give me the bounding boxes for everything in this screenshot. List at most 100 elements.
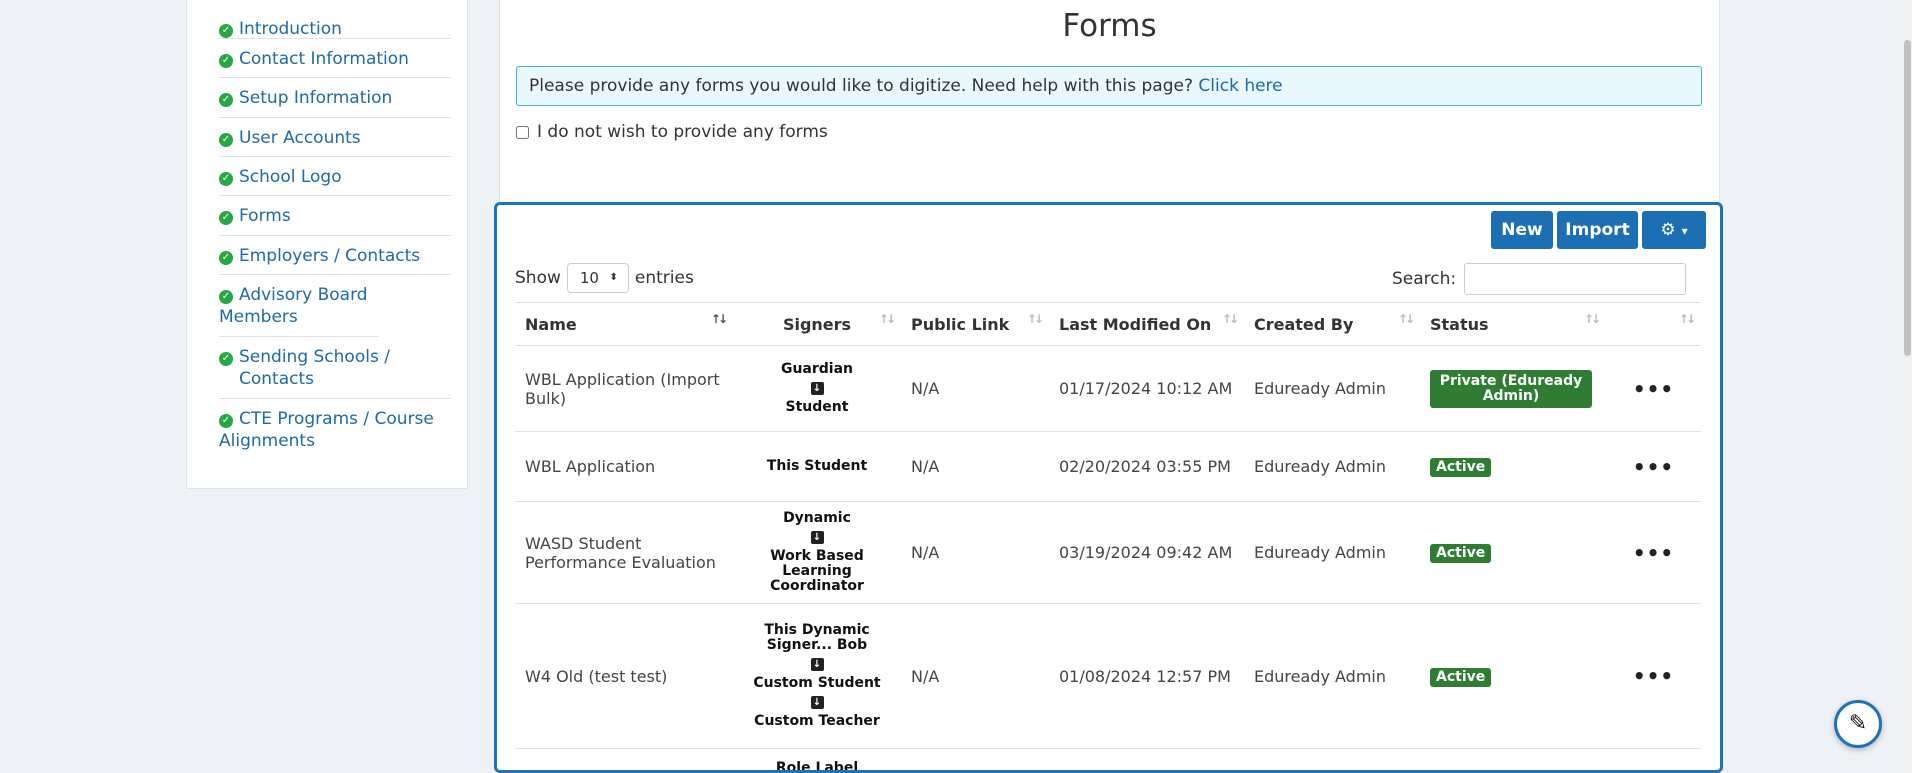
col-status-label: Status bbox=[1430, 314, 1489, 334]
new-button[interactable]: New bbox=[1491, 211, 1553, 249]
optout-checkbox[interactable] bbox=[516, 125, 529, 139]
status-badge: Active bbox=[1430, 544, 1492, 563]
row-signers: Guardian ↓ Student bbox=[733, 345, 901, 432]
settings-dropdown-button[interactable]: ⚙ ▾ bbox=[1642, 211, 1706, 249]
sidebar-item-introduction[interactable]: ✓ Introduction bbox=[219, 0, 451, 39]
col-created-by[interactable]: Created By ↑↓ bbox=[1244, 302, 1420, 346]
row-public-link: N/A bbox=[901, 431, 1049, 502]
signer-name: Dynamic bbox=[783, 510, 851, 526]
check-circle-icon: ✓ bbox=[219, 24, 233, 38]
import-button[interactable]: Import bbox=[1557, 211, 1638, 249]
table-row[interactable]: WBL Application This Student N/A 02/20/2… bbox=[515, 431, 1701, 502]
row-signers: Dynamic ↓ Work Based Learning Coordinato… bbox=[733, 501, 901, 604]
col-actions[interactable]: ↑↓ bbox=[1606, 302, 1701, 346]
table-row[interactable]: WBL Application (Import Bulk) Guardian ↓… bbox=[515, 345, 1701, 432]
row-signers: This Student bbox=[733, 431, 901, 502]
table-header-row: Name ↑↓ Signers ↑↓ Public Link ↑↓ Last Modi… bbox=[515, 302, 1701, 346]
sidebar-item-employers-contacts[interactable]: ✓ Employers / Contacts bbox=[219, 236, 451, 275]
entries-length-control: Show 10 ⬍ entries bbox=[515, 263, 694, 293]
ellipsis-icon[interactable]: ••• bbox=[1633, 541, 1674, 565]
row-created-by: Eduready Admin bbox=[1244, 603, 1420, 749]
show-label: Show bbox=[515, 268, 561, 288]
chevron-down-icon: ▾ bbox=[1681, 224, 1688, 238]
check-circle-icon: ✓ bbox=[219, 251, 233, 265]
row-signers: Role Label bbox=[733, 748, 901, 773]
row-modified: 02/20/2024 03:55 PM bbox=[1049, 431, 1244, 502]
entries-label: entries bbox=[634, 268, 694, 288]
signer-name: Student bbox=[785, 399, 849, 415]
col-public-link-label: Public Link bbox=[911, 314, 1010, 334]
col-status[interactable]: Status ↑↓ bbox=[1420, 302, 1606, 346]
sort-icon: ↑↓ bbox=[1026, 312, 1044, 326]
ellipsis-icon[interactable]: ••• bbox=[1633, 664, 1674, 688]
entries-value: 10 bbox=[579, 269, 599, 287]
scrollbar-thumb[interactable] bbox=[1904, 40, 1911, 356]
row-status: Active bbox=[1420, 431, 1606, 502]
sidebar-item-label: Setup Information bbox=[239, 88, 393, 108]
page-title: Forms bbox=[1062, 8, 1157, 44]
sidebar-item-label: Forms bbox=[239, 206, 291, 226]
row-name bbox=[515, 748, 733, 770]
ellipsis-icon[interactable]: ••• bbox=[1633, 377, 1674, 401]
sidebar-item-user-accounts[interactable]: ✓ User Accounts bbox=[219, 118, 451, 157]
sidebar-item-contact-information[interactable]: ✓ Contact Information bbox=[219, 39, 451, 78]
col-signers[interactable]: Signers ↑↓ bbox=[733, 302, 901, 346]
search-input[interactable] bbox=[1464, 263, 1687, 295]
help-link[interactable]: Click here bbox=[1198, 76, 1282, 96]
entries-select[interactable]: 10 ⬍ bbox=[566, 263, 629, 293]
sidebar-item-label: Employers / Contacts bbox=[239, 246, 421, 266]
status-badge: Private (Eduready Admin) bbox=[1430, 369, 1592, 408]
sidebar-item-cte-programs[interactable]: ✓ CTE Programs / Course Alignments bbox=[219, 399, 451, 461]
signer-name: Custom Student bbox=[753, 675, 881, 691]
row-actions: ••• bbox=[1606, 603, 1701, 749]
main-content: Forms Please provide any forms you would… bbox=[499, 0, 1720, 210]
sidebar-item-school-logo[interactable]: ✓ School Logo bbox=[219, 157, 451, 196]
status-badge: Active bbox=[1430, 667, 1492, 687]
row-name: WBL Application bbox=[515, 431, 733, 502]
table-row[interactable]: WASD Student Performance Evaluation Dyna… bbox=[515, 501, 1701, 604]
page-scrollbar[interactable] bbox=[1903, 0, 1912, 773]
col-public-link[interactable]: Public Link ↑↓ bbox=[901, 302, 1049, 346]
forms-table-panel: New Import ⚙ ▾ Show 10 ⬍ entries Search:… bbox=[494, 202, 1723, 773]
sidebar-item-label: CTE Programs / Course Alignments bbox=[219, 409, 434, 451]
row-name: WASD Student Performance Evaluation bbox=[515, 501, 733, 604]
row-status: Private (Eduready Admin) bbox=[1420, 345, 1606, 432]
table-row[interactable]: W4 Old (test test) This Dynamic Signer..… bbox=[515, 603, 1701, 749]
optout-label: I do not wish to provide any forms bbox=[537, 122, 828, 142]
check-circle-icon: ✓ bbox=[219, 211, 233, 225]
col-last-modified-label: Last Modified On bbox=[1059, 314, 1212, 334]
row-actions: ••• bbox=[1606, 501, 1701, 604]
sidebar-item-label: Advisory Board Members bbox=[219, 285, 368, 327]
signer-name: Guardian bbox=[780, 361, 854, 377]
col-name[interactable]: Name ↑↓ bbox=[515, 302, 733, 346]
ellipsis-icon[interactable]: ••• bbox=[1633, 455, 1674, 479]
row-modified: 01/17/2024 10:12 AM bbox=[1049, 345, 1244, 432]
pen-icon: ✎ bbox=[1848, 711, 1868, 736]
sidebar-item-label: School Logo bbox=[239, 167, 342, 187]
row-modified: 03/19/2024 09:42 AM bbox=[1049, 501, 1244, 604]
table-row[interactable]: Role Label bbox=[515, 748, 1701, 773]
row-created-by: Eduready Admin bbox=[1244, 501, 1420, 604]
gears-icon: ⚙ bbox=[1660, 220, 1676, 240]
row-status: Active bbox=[1420, 603, 1606, 749]
arrow-down-icon: ↓ bbox=[810, 531, 824, 544]
check-circle-icon: ✓ bbox=[219, 133, 233, 147]
signer-name: Custom Teacher bbox=[754, 713, 880, 729]
row-status: Active bbox=[1420, 501, 1606, 604]
arrow-down-icon: ↓ bbox=[810, 658, 824, 671]
signer-name: Role Label bbox=[775, 760, 859, 773]
sidebar-item-sending-schools-contacts[interactable]: ✓ Sending Schools / Contacts bbox=[219, 337, 451, 399]
sidebar-item-setup-information[interactable]: ✓ Setup Information bbox=[219, 78, 451, 118]
col-last-modified[interactable]: Last Modified On ↑↓ bbox=[1049, 302, 1244, 346]
sidebar-item-forms[interactable]: ✓ Forms bbox=[219, 196, 451, 236]
check-circle-icon: ✓ bbox=[219, 93, 233, 107]
sidebar-item-advisory-board-members[interactable]: ✓ Advisory Board Members bbox=[219, 275, 379, 337]
row-public-link: N/A bbox=[901, 501, 1049, 604]
arrow-down-icon: ↓ bbox=[810, 382, 824, 395]
check-circle-icon: ✓ bbox=[219, 352, 233, 366]
floating-help-button[interactable]: ✎ bbox=[1834, 700, 1882, 748]
row-modified: 01/08/2024 12:57 PM bbox=[1049, 603, 1244, 749]
sort-icon: ↑↓ bbox=[710, 312, 728, 326]
sidebar-nav: ✓ Introduction ✓ Contact Information ✓ Setu… bbox=[187, 0, 467, 461]
col-signers-label: Signers bbox=[782, 314, 852, 334]
